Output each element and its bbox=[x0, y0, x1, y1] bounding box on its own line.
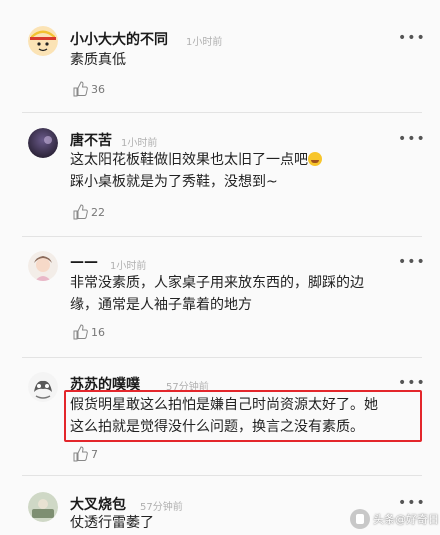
comment-text: 这太阳花板鞋做旧效果也太旧了一点吧 踩小桌板就是为了秀鞋，没想到~ bbox=[70, 149, 420, 193]
thumbs-up-icon bbox=[73, 81, 88, 97]
thumbs-up-icon bbox=[73, 446, 88, 462]
avatar[interactable] bbox=[28, 251, 58, 281]
watermark-text: 头条@好奇日 bbox=[373, 513, 439, 526]
divider bbox=[22, 112, 422, 113]
more-options-button[interactable]: ••• bbox=[398, 376, 426, 390]
thumbs-up-icon bbox=[73, 204, 88, 220]
divider bbox=[22, 236, 422, 237]
comment-time: 1小时前 bbox=[110, 261, 147, 272]
comment-author[interactable]: —— bbox=[70, 254, 98, 270]
like-count: 7 bbox=[91, 447, 98, 461]
more-options-button[interactable]: ••• bbox=[398, 496, 426, 510]
comments-page: 小小大大的不同 1小时前 ••• 素质真低 36 唐不苦 1小时前 ••• 这太… bbox=[0, 0, 440, 535]
comment-author[interactable]: 小小大大的不同 bbox=[70, 29, 168, 49]
comment-text: 素质真低 bbox=[70, 49, 420, 71]
highlight-box bbox=[64, 390, 422, 442]
more-options-button[interactable]: ••• bbox=[398, 132, 426, 146]
comment-time: 1小时前 bbox=[186, 37, 223, 48]
like-button[interactable]: 36 bbox=[72, 81, 105, 97]
comment-text-line: 这太阳花板鞋做旧效果也太旧了一点吧 bbox=[70, 149, 420, 171]
comment-author[interactable]: 大叉烧包 bbox=[70, 494, 126, 514]
avatar[interactable] bbox=[28, 372, 58, 402]
comment-text-line: 踩小桌板就是为了秀鞋，没想到~ bbox=[70, 174, 278, 190]
laughing-emoji-icon bbox=[308, 152, 322, 166]
comment-time: 57分钟前 bbox=[140, 502, 183, 513]
more-options-button[interactable]: ••• bbox=[398, 255, 426, 269]
more-options-button[interactable]: ••• bbox=[398, 31, 426, 45]
comment-text: 非常没素质，人家桌子用来放东西的，脚踩的边 缘，通常是人袖子靠着的地方 bbox=[70, 272, 420, 316]
comment-text-line: 缘，通常是人袖子靠着的地方 bbox=[70, 297, 252, 313]
avatar[interactable] bbox=[28, 26, 58, 56]
comment-text-line: 素质真低 bbox=[70, 52, 126, 68]
comment-time: 1小时前 bbox=[121, 138, 158, 149]
comment-author[interactable]: 唐不苦 bbox=[70, 130, 112, 150]
watermark: 头条@好奇日 bbox=[350, 508, 439, 530]
like-button[interactable]: 16 bbox=[72, 324, 105, 340]
like-button[interactable]: 7 bbox=[72, 446, 98, 462]
divider bbox=[22, 475, 422, 476]
toutiao-logo-icon bbox=[350, 509, 370, 529]
thumbs-up-icon bbox=[73, 324, 88, 340]
like-count: 16 bbox=[91, 325, 105, 339]
like-button[interactable]: 22 bbox=[72, 204, 105, 220]
avatar[interactable] bbox=[28, 128, 58, 158]
like-count: 22 bbox=[91, 205, 105, 219]
comment-text-segment: 这太阳花板鞋做旧效果也太旧了一点吧 bbox=[70, 152, 308, 168]
comment-text-line: 非常没素质，人家桌子用来放东西的，脚踩的边 bbox=[70, 275, 364, 291]
divider bbox=[22, 357, 422, 358]
avatar[interactable] bbox=[28, 492, 58, 522]
like-count: 36 bbox=[91, 82, 105, 96]
